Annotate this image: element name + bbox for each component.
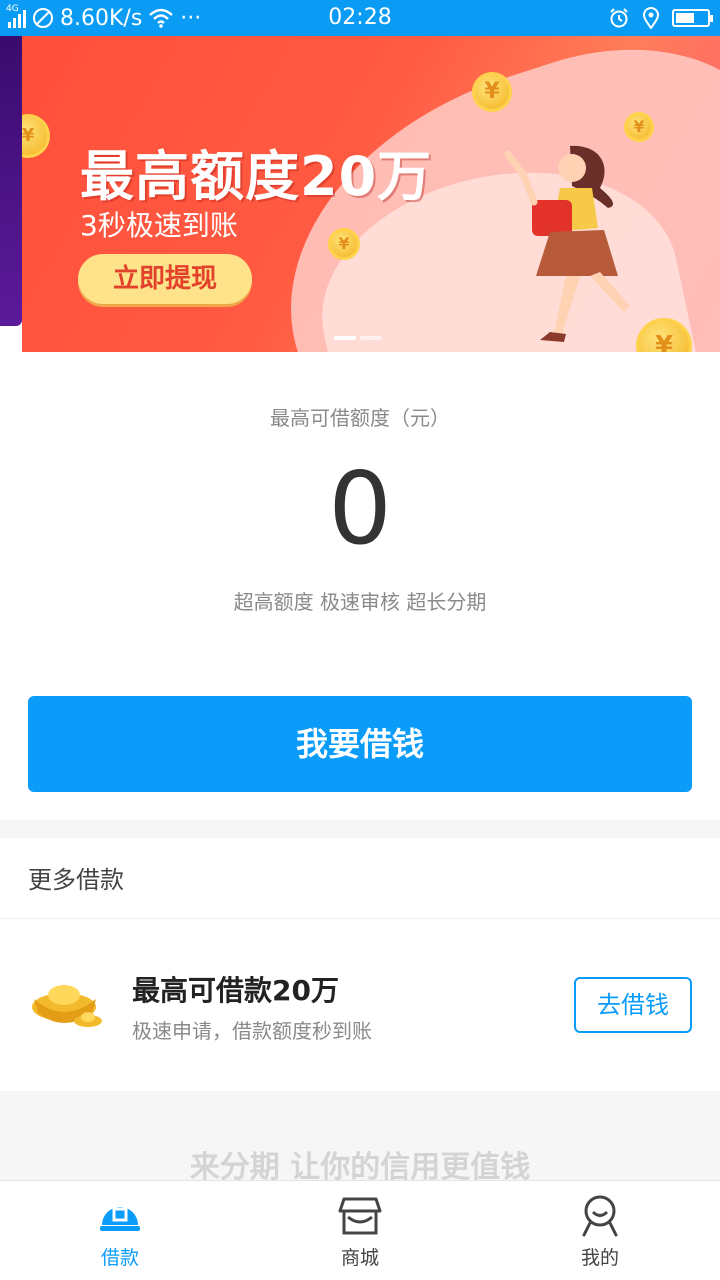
- alarm-icon: [610, 8, 628, 28]
- banner-headline: 最高额度20万: [80, 145, 433, 208]
- credit-limit-amount: 0: [328, 450, 392, 567]
- credit-limit-label: 最高可借额度（元）: [270, 406, 450, 430]
- tab-label: 我的: [580, 1247, 619, 1269]
- banner-previous-slide: [0, 36, 22, 326]
- store-icon: [338, 1197, 382, 1235]
- loan-icon: [100, 1207, 140, 1231]
- banner-subline: 3秒极速到账: [80, 209, 238, 242]
- tab-store[interactable]: 商城: [240, 1181, 480, 1280]
- battery-icon: [672, 9, 713, 27]
- loan-offer-title: 最高可借款20万: [132, 974, 339, 1007]
- carousel-dot: [360, 336, 382, 340]
- carousel-indicator: [334, 336, 382, 340]
- tab-label: 借款: [100, 1247, 139, 1269]
- loan-offer-description: 极速申请，借款额度秒到账: [132, 1019, 372, 1043]
- go-borrow-button[interactable]: 去借钱: [574, 977, 692, 1033]
- banner-carousel[interactable]: ¥ ¥ ¥ ¥ ¥ 最高额度20万 3秒极速到账 立即提现: [0, 36, 720, 352]
- tab-mine[interactable]: 我的: [480, 1181, 720, 1280]
- location-icon: [642, 7, 660, 29]
- girl-illustration: [504, 145, 630, 342]
- section-separator: [0, 820, 720, 838]
- carousel-dot: [334, 336, 356, 340]
- tab-loan[interactable]: 借款: [0, 1181, 240, 1280]
- borrow-money-button[interactable]: 我要借钱: [28, 696, 692, 792]
- battery-level: [676, 13, 694, 23]
- coin-icon: ¥: [472, 72, 512, 112]
- more-loans-title: 更多借款: [28, 866, 124, 894]
- profile-icon: [582, 1195, 618, 1237]
- banner-slide[interactable]: ¥ ¥ ¥ ¥ ¥ 最高额度20万 3秒极速到账 立即提现: [22, 36, 720, 352]
- bottom-tab-bar: 借款 商城 我的: [0, 1180, 720, 1280]
- tab-label: 商城: [340, 1247, 379, 1269]
- status-bar: 4G 8.60K/s ··· 02:28: [0, 0, 720, 36]
- coin-icon: ¥: [22, 114, 50, 158]
- gold-ingot-icon: [32, 985, 102, 1027]
- credit-limit-description: 超高额度 极速审核 超长分期: [233, 590, 487, 614]
- status-right: [608, 0, 713, 36]
- withdraw-now-button[interactable]: 立即提现: [78, 254, 252, 304]
- coin-icon: ¥: [328, 228, 360, 260]
- loan-offer-item[interactable]: 最高可借款20万 极速申请，借款额度秒到账 去借钱: [0, 919, 720, 1091]
